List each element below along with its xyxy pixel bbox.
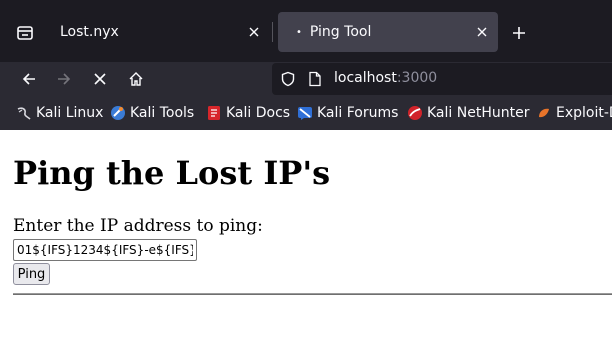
horizontal-rule (13, 293, 612, 295)
bookmark-label: Kali Linux (36, 105, 104, 121)
url-text[interactable]: localhost:3000 (334, 70, 437, 86)
new-tab-button[interactable] (506, 20, 532, 46)
kali-forums-icon (298, 107, 312, 120)
bookmark-label: Kali Tools (130, 105, 195, 121)
tab-list-icon (17, 26, 33, 40)
forward-arrow-icon (58, 73, 71, 85)
tab-separator (272, 22, 273, 42)
tab-ping-tool[interactable]: • Ping Tool (278, 12, 498, 52)
tab-lost-nyx[interactable]: Lost.nyx (44, 12, 270, 52)
plus-icon (513, 27, 525, 39)
tab-title: Lost.nyx (60, 24, 119, 40)
bookmarks-toolbar: Kali Linux Kali Tools Kali Docs Kali For… (0, 96, 612, 130)
bookmark-label: Kali Forums (317, 105, 399, 121)
navigation-toolbar: localhost:3000 (0, 62, 612, 96)
bookmark-kali-linux[interactable]: Kali Linux (16, 104, 103, 122)
kali-dragon-icon (17, 107, 31, 120)
url-port: :3000 (396, 70, 438, 86)
ip-prompt-label: Enter the IP address to ping: (13, 216, 263, 236)
tab-close-button[interactable] (244, 22, 264, 42)
tab-close-button[interactable] (472, 22, 492, 42)
stop-icon (94, 73, 106, 85)
kali-tools-icon (111, 106, 125, 120)
bookmark-kali-nethunter[interactable]: Kali NetHunter (407, 104, 529, 122)
ip-address-input[interactable] (13, 239, 197, 261)
bookmark-kali-forums[interactable]: Kali Forums (297, 104, 398, 122)
close-icon (249, 27, 259, 37)
back-arrow-icon (22, 73, 35, 85)
shield-icon[interactable] (280, 71, 296, 91)
tab-list-button[interactable] (10, 20, 40, 46)
tab-strip: Lost.nyx • Ping Tool (0, 0, 612, 62)
page-icon[interactable] (308, 71, 322, 91)
url-bar[interactable]: localhost:3000 (272, 63, 612, 95)
stop-button[interactable] (86, 65, 114, 93)
tab-title: Ping Tool (309, 24, 372, 40)
url-host: localhost (334, 70, 397, 86)
kali-docs-icon (208, 106, 220, 120)
bookmark-label: Exploit-DB (556, 105, 612, 121)
forward-button[interactable] (50, 65, 78, 93)
nethunter-icon (408, 106, 422, 120)
tab-indicator: • (296, 26, 302, 38)
back-button[interactable] (15, 65, 43, 93)
bookmark-kali-tools[interactable]: Kali Tools (110, 104, 194, 122)
page-content: Ping the Lost IP's Enter the IP address … (0, 130, 612, 357)
bookmark-label: Kali NetHunter (427, 105, 530, 121)
close-icon (477, 27, 487, 37)
ping-button[interactable]: Ping (13, 263, 50, 285)
bookmark-label: Kali Docs (226, 105, 291, 121)
bookmark-exploit-db[interactable]: Exploit-DB (536, 104, 612, 122)
exploit-db-icon (539, 108, 549, 118)
bookmark-kali-docs[interactable]: Kali Docs (206, 104, 290, 122)
page-title: Ping the Lost IP's (13, 154, 331, 192)
home-button[interactable] (122, 65, 150, 93)
home-icon (129, 72, 143, 86)
